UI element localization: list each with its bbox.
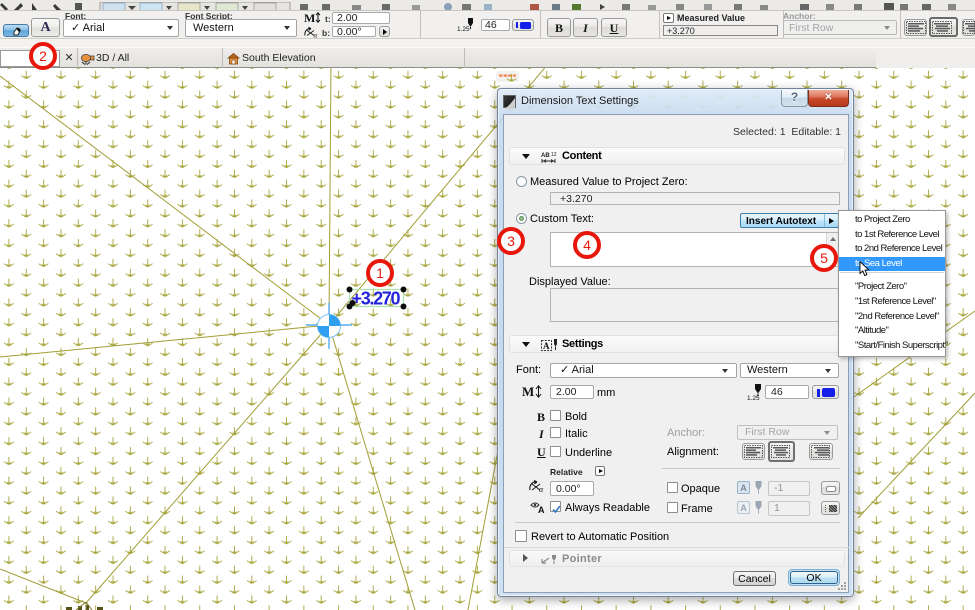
svg-text:α: α xyxy=(539,485,544,493)
svg-text:A: A xyxy=(538,505,545,514)
svg-text:12: 12 xyxy=(551,152,557,158)
svg-text:1.25: 1.25 xyxy=(747,395,760,401)
svg-text:+3.270: +3.270 xyxy=(352,289,401,309)
svg-text:AB: AB xyxy=(541,153,550,159)
svg-text:α: α xyxy=(314,32,318,39)
svg-text:A: A xyxy=(543,341,550,351)
